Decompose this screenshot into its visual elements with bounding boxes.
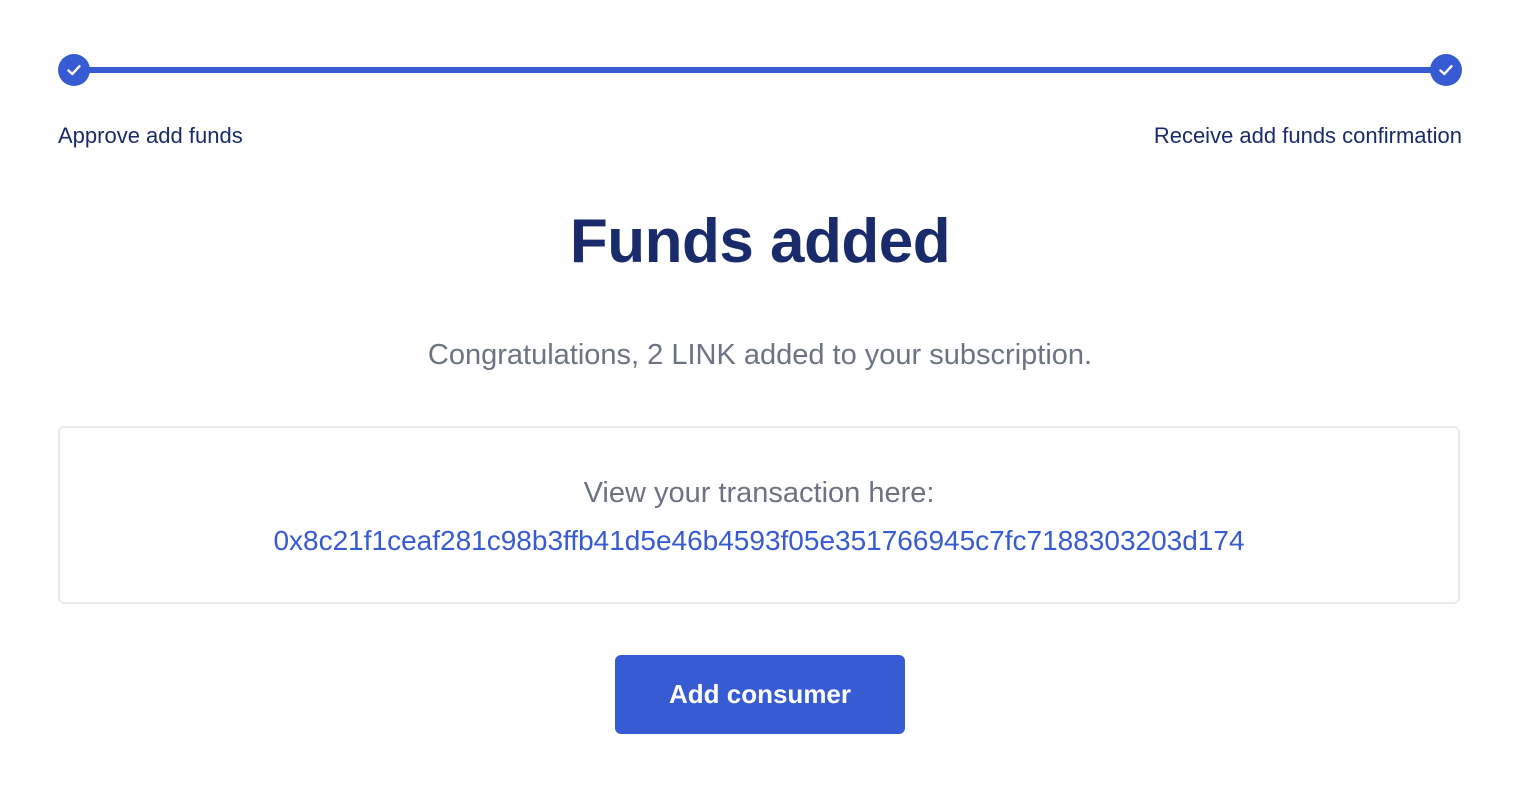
progress-stepper: Approve add funds Receive add funds conf…: [0, 0, 1520, 160]
step-confirmation-complete-indicator: [1430, 54, 1462, 86]
page: Approve add funds Receive add funds conf…: [0, 0, 1520, 792]
transaction-hash-link[interactable]: 0x8c21f1ceaf281c98b3ffb41d5e46b4593f05e3…: [60, 522, 1458, 560]
success-message: Congratulations, 2 LINK added to your su…: [427, 339, 1093, 371]
transaction-panel: View your transaction here: 0x8c21f1ceaf…: [58, 426, 1460, 604]
check-icon: [1437, 61, 1455, 79]
check-icon: [65, 61, 83, 79]
stepper-progress-line: [74, 67, 1446, 73]
page-title: Funds added: [569, 207, 951, 276]
step-label-confirmation: Receive add funds confirmation: [1153, 123, 1462, 148]
step-approve-complete-indicator: [58, 54, 90, 86]
add-consumer-button[interactable]: Add consumer: [615, 655, 905, 734]
transaction-caption: View your transaction here:: [583, 477, 935, 509]
step-label-approve: Approve add funds: [58, 123, 243, 148]
